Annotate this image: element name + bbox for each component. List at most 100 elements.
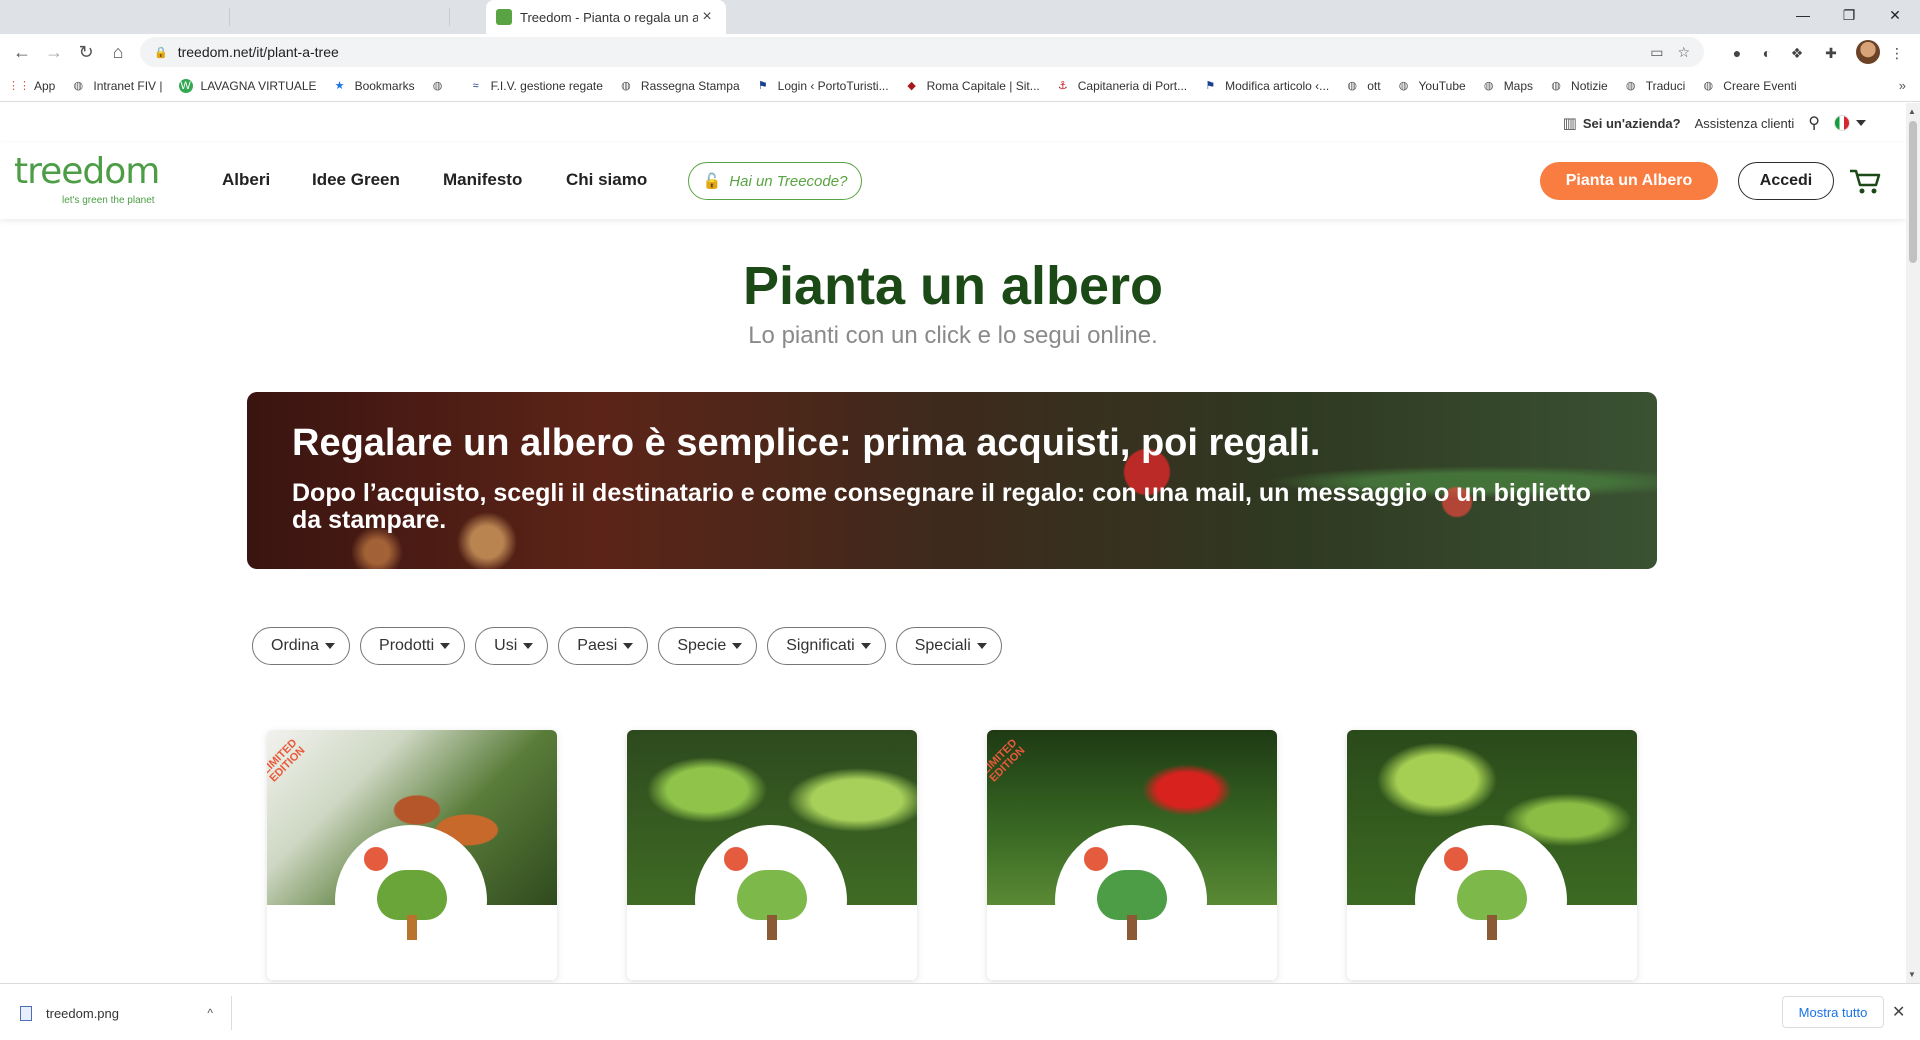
filter-label: Prodotti — [379, 637, 435, 654]
filter-ordina[interactable]: Ordina — [252, 627, 351, 665]
page-subtitle: Lo pianti con un click e lo segui online… — [748, 322, 1158, 349]
bookmark-item[interactable]: ⚑ Modifica articolo ‹... — [1203, 79, 1329, 93]
treedom-favicon-icon — [496, 9, 512, 25]
scrollbar-thumb[interactable] — [1909, 121, 1917, 263]
bookmark-item[interactable]: ⚑ Login ‹ PortoTuristi... — [756, 79, 889, 93]
caret-down-icon — [325, 643, 336, 649]
bookmarks-overflow-button[interactable]: » — [1899, 78, 1906, 93]
close-tab-icon[interactable]: × — [698, 8, 716, 26]
extension-dropbox-icon[interactable]: ❖ — [1786, 42, 1808, 64]
caret-down-icon — [623, 643, 634, 649]
bookmark-item[interactable]: ★ Bookmarks — [333, 79, 415, 93]
login-button[interactable]: Accedi — [1738, 162, 1834, 200]
globe-icon: ◍ — [1703, 80, 1714, 92]
cast-icon[interactable]: ▭ — [1650, 44, 1663, 61]
filter-usi[interactable]: Usi — [475, 627, 549, 665]
forward-button[interactable]: → — [40, 38, 68, 66]
profile-avatar[interactable] — [1856, 40, 1880, 64]
bookmark-item[interactable]: ⚓ Capitaneria di Port... — [1056, 79, 1187, 93]
support-link[interactable]: Assistenza clienti — [1695, 116, 1795, 131]
treedom-logo[interactable]: treedom let's green the planet — [14, 151, 184, 211]
business-link[interactable]: Sei un'azienda? — [1583, 116, 1681, 131]
nav-link-idee-green[interactable]: Idee Green — [312, 170, 400, 190]
product-card[interactable] — [1347, 730, 1637, 980]
bookmark-item[interactable]: ◍ YouTube — [1397, 79, 1466, 93]
show-all-downloads-button[interactable]: Mostra tutto — [1782, 996, 1884, 1028]
search-icon[interactable]: ⚲ — [1808, 113, 1820, 133]
bookmark-item[interactable]: ◍ Traduci — [1624, 79, 1685, 93]
bookmark-item[interactable]: ◍ Creare Eventi — [1701, 79, 1796, 93]
filter-label: Paesi — [577, 637, 618, 654]
bookmark-label: YouTube — [1418, 78, 1466, 93]
background-tab[interactable] — [30, 8, 230, 26]
plant-tree-button[interactable]: Pianta un Albero — [1540, 162, 1718, 200]
product-card[interactable] — [627, 730, 917, 980]
globe-icon: ◍ — [432, 80, 443, 92]
restore-window-button[interactable]: ❐ — [1826, 0, 1872, 30]
extension-circle-icon[interactable]: ◐ — [1756, 42, 1778, 64]
filter-prodotti[interactable]: Prodotti — [360, 627, 466, 665]
banner-title: Regalare un albero è semplice: prima acq… — [292, 422, 1321, 464]
filter-label: Ordina — [271, 637, 320, 654]
nav-link-chi-siamo[interactable]: Chi siamo — [566, 170, 647, 190]
browser-menu-icon[interactable]: ⋮ — [1886, 42, 1908, 64]
bookmark-item[interactable]: ⋮⋮ App — [8, 78, 56, 93]
language-selector[interactable] — [1834, 115, 1866, 131]
bookmark-item[interactable]: ◍ — [431, 79, 453, 93]
globe-icon: ◍ — [73, 80, 84, 92]
filter-label: Usi — [494, 637, 518, 654]
bookmark-item[interactable]: ◍ Intranet FIV | — [71, 78, 163, 93]
bookmark-item[interactable]: ◍ Notizie — [1549, 79, 1608, 93]
bookmark-item[interactable]: ◆ Roma Capitale | Sit... — [905, 79, 1039, 93]
bookmark-label: Maps — [1503, 78, 1534, 93]
bookmark-item[interactable]: ◍ Maps — [1482, 79, 1533, 93]
globe-icon: ◍ — [1398, 80, 1409, 92]
bookmark-label: App — [34, 78, 56, 93]
scroll-up-arrow-icon[interactable]: ▲ — [1908, 107, 1916, 116]
back-button[interactable]: ← — [8, 38, 36, 66]
globe-icon: ◍ — [1483, 80, 1494, 92]
bookmark-label: Intranet FIV | — [93, 78, 163, 93]
extension-glasses-icon[interactable]: ● — [1726, 42, 1748, 64]
caret-down-icon — [976, 643, 987, 649]
site-topbar: ▥ Sei un'azienda? Assistenza clienti ⚲ — [0, 103, 1906, 143]
home-button[interactable]: ⌂ — [104, 38, 132, 66]
nav-link-alberi[interactable]: Alberi — [222, 170, 270, 190]
flag-icon: ⚑ — [757, 80, 768, 92]
bookmark-label: ott — [1367, 78, 1381, 93]
minimize-window-button[interactable]: — — [1780, 0, 1826, 30]
bookmark-item[interactable]: ◍ Rassegna Stampa — [619, 79, 740, 93]
bookmark-item[interactable]: W LAVAGNA VIRTUALE — [178, 78, 317, 93]
filter-speciali[interactable]: Speciali — [895, 627, 1002, 665]
extensions-puzzle-icon[interactable]: ✚ — [1820, 42, 1842, 64]
cart-icon[interactable] — [1848, 167, 1882, 195]
bookmark-star-icon[interactable]: ☆ — [1677, 44, 1690, 61]
close-window-button[interactable]: ✕ — [1872, 0, 1918, 30]
background-tab[interactable] — [250, 8, 450, 26]
bookmark-label: Capitaneria di Port... — [1077, 78, 1188, 93]
bookmark-label: LAVAGNA VIRTUALE — [200, 78, 317, 93]
product-card[interactable]: LIMITED EDITION — [267, 730, 557, 980]
shield-icon: ◆ — [907, 80, 916, 92]
chevron-up-icon[interactable]: ^ — [207, 1006, 213, 1020]
filter-label: Specie — [677, 637, 727, 654]
close-downloads-icon[interactable]: ✕ — [1892, 1002, 1905, 1022]
download-item[interactable]: treedom.png ^ — [20, 996, 232, 1030]
bookmark-item[interactable]: ≈ F.I.V. gestione regate — [469, 79, 603, 93]
bookmark-item[interactable]: ◍ ott — [1345, 79, 1380, 93]
active-tab[interactable]: Treedom - Pianta o regala un alb × — [486, 0, 726, 34]
page-scrollbar[interactable]: ▲ ▼ — [1906, 103, 1920, 983]
lock-icon: 🔓 — [702, 173, 722, 190]
address-bar[interactable]: 🔒 treedom.net/it/plant-a-tree ▭ ☆ — [140, 37, 1704, 67]
gnome-illustration-icon — [719, 842, 753, 876]
treecode-button[interactable]: 🔓 Hai un Treecode? — [688, 162, 862, 200]
nav-link-manifesto[interactable]: Manifesto — [443, 170, 522, 190]
scroll-down-arrow-icon[interactable]: ▼ — [1908, 970, 1916, 979]
building-icon: ▥ — [1562, 115, 1577, 132]
filter-significati[interactable]: Significati — [767, 627, 886, 665]
filter-specie[interactable]: Specie — [658, 627, 758, 665]
filter-paesi[interactable]: Paesi — [558, 627, 649, 665]
tab-title: Treedom - Pianta o regala un alb — [520, 9, 698, 25]
reload-button[interactable]: ↻ — [72, 38, 100, 66]
product-card[interactable]: LIMITED EDITION — [987, 730, 1277, 980]
